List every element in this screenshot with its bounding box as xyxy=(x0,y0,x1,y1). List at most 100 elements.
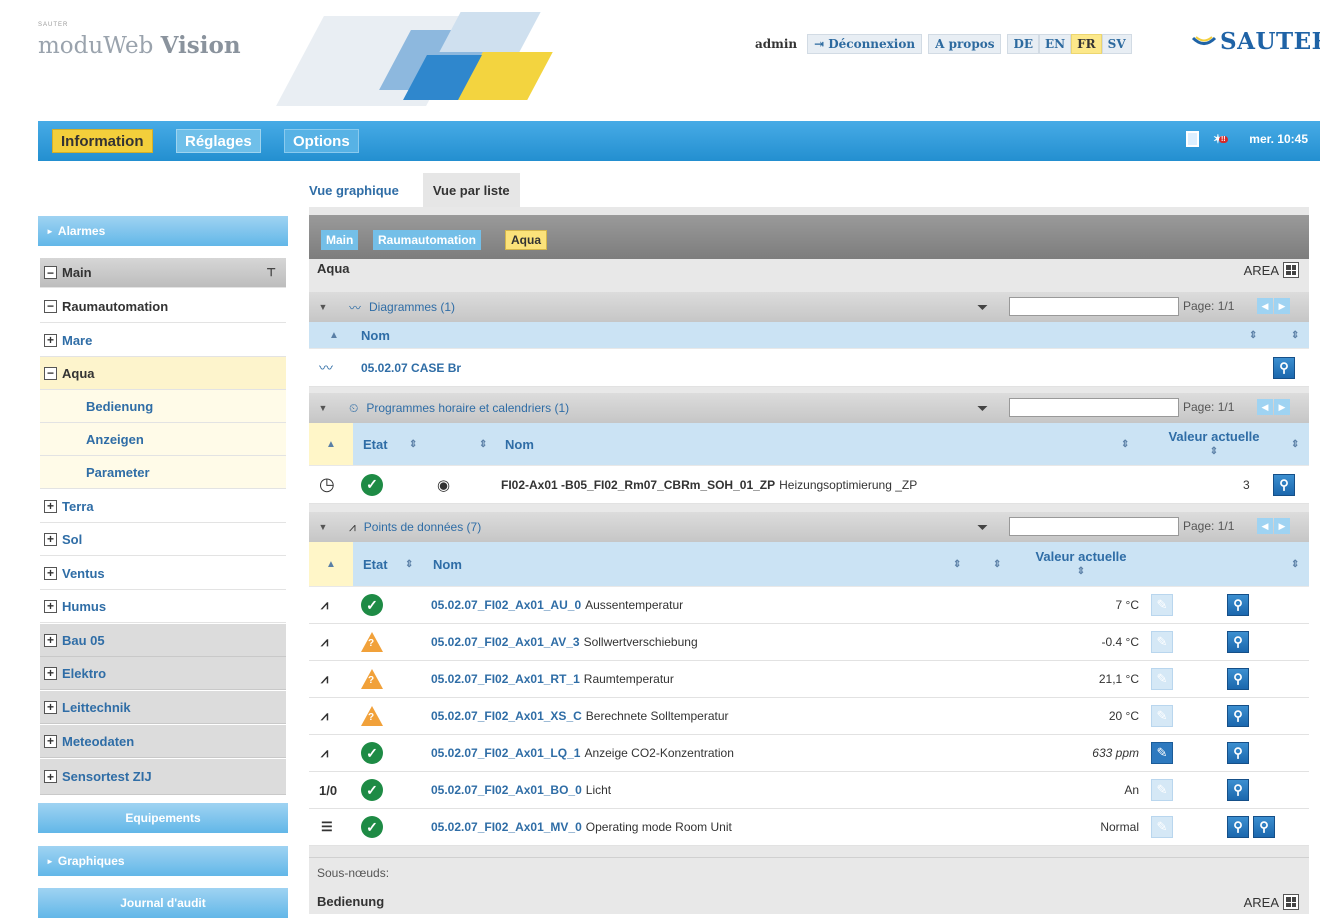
open-button[interactable]: ⚲ xyxy=(1227,698,1249,734)
sidebar-header-graphiques[interactable]: ► Graphiques xyxy=(38,846,288,876)
sort-icon[interactable]: ▲ xyxy=(329,322,339,348)
schedule-name[interactable]: FI02-Ax01 -B05_FI02_Rm07_CBRm_SOH_01_ZP H… xyxy=(501,466,917,503)
filter-icon[interactable]: ⏷ xyxy=(977,519,988,536)
prev-page-button[interactable]: ◀ xyxy=(1257,399,1273,415)
collapse-icon[interactable]: − xyxy=(44,366,57,380)
column-name[interactable]: Nom xyxy=(505,423,534,465)
open-button[interactable]: ⚲ xyxy=(1273,349,1295,386)
expand-icon[interactable]: + xyxy=(44,770,57,783)
schedules-filter-input[interactable] xyxy=(1009,398,1179,417)
tree-item-elektro[interactable]: + Elektro xyxy=(40,657,286,690)
table-row[interactable]: 1/0 ✓ 05.02.07_FI02_Ax01_BO_0 Licht An ✎ … xyxy=(309,772,1309,809)
section-diagrams-header[interactable]: ▼ 〰 Diagrammes (1) ⏷ Page: 1/1 ◀ ▶ xyxy=(309,292,1309,322)
tab-vue-par-liste[interactable]: Vue par liste xyxy=(422,173,520,207)
area-toggle[interactable]: AREA xyxy=(1244,894,1299,910)
sort-icon[interactable]: ⇕ xyxy=(1249,322,1257,348)
datapoint-name[interactable]: 05.02.07_FI02_Ax01_XS_C Berechnete Sollte… xyxy=(431,698,729,734)
tree-item-raumautomation[interactable]: − Raumautomation xyxy=(40,290,286,323)
prev-page-button[interactable]: ◀ xyxy=(1257,298,1273,314)
datapoint-name[interactable]: 05.02.07_FI02_Ax01_AV_3 Sollwertverschieb… xyxy=(431,624,698,660)
open-button[interactable]: ⚲ xyxy=(1227,587,1249,623)
next-page-button[interactable]: ▶ xyxy=(1274,399,1290,415)
tree-item-bau-05[interactable]: + Bau 05 xyxy=(40,624,286,657)
breadcrumb-main[interactable]: Main xyxy=(321,230,359,250)
table-row[interactable]: ⩘ ✓ 05.02.07_FI02_Ax01_LQ_1 Anzeige CO2-K… xyxy=(309,735,1309,772)
collapse-arrow-icon[interactable]: ▼ xyxy=(309,302,337,312)
collapse-arrow-icon[interactable]: ▼ xyxy=(309,522,337,532)
datapoints-filter-input[interactable] xyxy=(1009,517,1179,536)
sort-icon[interactable]: ⇕ xyxy=(1121,423,1129,465)
table-row[interactable]: 〰 05.02.07 CASE Br ⚲ xyxy=(309,349,1309,387)
datapoint-name[interactable]: 05.02.07_FI02_Ax01_MV_0 Operating mode Ro… xyxy=(431,809,732,845)
edit-button[interactable]: ✎ xyxy=(1151,624,1173,660)
next-page-button[interactable]: ▶ xyxy=(1274,518,1290,534)
open-detail-button[interactable]: ⚲ xyxy=(1253,809,1275,845)
tree-item-ventus[interactable]: + Ventus xyxy=(40,557,286,590)
filter-icon[interactable]: ⏷ xyxy=(977,299,988,316)
expand-icon[interactable]: + xyxy=(44,532,57,546)
prev-page-button[interactable]: ◀ xyxy=(1257,518,1273,534)
edit-button[interactable]: ✎ xyxy=(1151,698,1173,734)
tab-vue-graphique[interactable]: Vue graphique xyxy=(299,173,409,207)
tree-item-leittechnik[interactable]: + Leittechnik xyxy=(40,691,286,724)
tab-options[interactable]: Options xyxy=(284,129,359,153)
datapoint-name[interactable]: 05.02.07_FI02_Ax01_LQ_1 Anzeige CO2-Konze… xyxy=(431,735,734,771)
open-button[interactable]: ⚲ xyxy=(1227,624,1249,660)
tree-item-humus[interactable]: + Humus xyxy=(40,590,286,623)
sort-icon[interactable]: ⇕ xyxy=(405,542,413,586)
tree-item-parameter[interactable]: Parameter xyxy=(40,456,286,489)
table-row[interactable]: ⩘ ? 05.02.07_FI02_Ax01_RT_1 Raumtemperatu… xyxy=(309,661,1309,698)
sort-icon[interactable]: ⇕ xyxy=(1291,542,1299,586)
table-row[interactable]: ⩘ ? 05.02.07_FI02_Ax01_AV_3 Sollwertversc… xyxy=(309,624,1309,661)
table-row[interactable]: ◷ ✓ ◉ FI02-Ax01 -B05_FI02_Rm07_CBRm_SOH_… xyxy=(309,466,1309,504)
sort-icon[interactable]: ⇕ xyxy=(1291,322,1299,348)
open-button[interactable]: ⚲ xyxy=(1227,772,1249,808)
collapse-icon[interactable]: − xyxy=(44,299,57,313)
document-icon[interactable] xyxy=(1186,131,1200,147)
open-button[interactable]: ⚲ xyxy=(1227,735,1249,771)
lang-de[interactable]: DE xyxy=(1007,34,1040,54)
sort-icon[interactable]: ⇕ xyxy=(953,542,961,586)
datapoint-name[interactable]: 05.02.07_FI02_Ax01_RT_1 Raumtemperatur xyxy=(431,661,674,697)
datapoint-name[interactable]: 05.02.07_FI02_Ax01_AU_0 Aussentemperatur xyxy=(431,587,683,623)
expand-icon[interactable]: + xyxy=(44,499,57,513)
tree-item-anzeigen[interactable]: Anzeigen xyxy=(40,423,286,456)
filter-icon[interactable]: ⏷ xyxy=(977,400,988,417)
section-schedules-header[interactable]: ▼ ⏲ Programmes horaire et calendriers (1… xyxy=(309,393,1309,423)
tree-item-meteodaten[interactable]: + Meteodaten xyxy=(40,725,286,758)
sidebar-header-alarms[interactable]: ► Alarmes xyxy=(38,216,288,246)
collapse-icon[interactable]: − xyxy=(44,266,57,279)
edit-button[interactable]: ✎ xyxy=(1151,735,1173,771)
diagrams-filter-input[interactable] xyxy=(1009,297,1179,316)
edit-button[interactable]: ✎ xyxy=(1151,809,1173,845)
collapse-arrow-icon[interactable]: ▼ xyxy=(309,403,337,413)
tree-item-bedienung[interactable]: Bedienung xyxy=(40,390,286,423)
lang-fr[interactable]: FR xyxy=(1071,34,1102,54)
tree-item-sensortest[interactable]: + Sensortest ZIJ xyxy=(40,759,286,795)
column-state[interactable]: Etat xyxy=(363,542,388,586)
edit-button[interactable]: ✎ xyxy=(1151,661,1173,697)
tree-item-terra[interactable]: + Terra xyxy=(40,490,286,523)
area-toggle[interactable]: AREA xyxy=(1244,262,1299,278)
open-button[interactable]: ⚲ xyxy=(1273,466,1295,503)
sort-icon[interactable]: ⇕ xyxy=(409,423,417,465)
alarm-icon[interactable]: ✶!! xyxy=(1209,131,1231,147)
table-row[interactable]: ⩘ ✓ 05.02.07_FI02_Ax01_AU_0 Aussentempera… xyxy=(309,587,1309,624)
edit-button[interactable]: ✎ xyxy=(1151,772,1173,808)
logout-button[interactable]: ⇥ Déconnexion xyxy=(807,34,923,54)
sort-icon[interactable]: ⇕ xyxy=(993,542,1001,586)
open-button[interactable]: ⚲ xyxy=(1227,661,1249,697)
column-name[interactable]: Nom xyxy=(433,542,462,586)
sidebar-header-equipements[interactable]: Equipements xyxy=(38,803,288,833)
datapoint-name[interactable]: 05.02.07_FI02_Ax01_BO_0 Licht xyxy=(431,772,611,808)
column-state[interactable]: Etat xyxy=(363,423,388,465)
open-button[interactable]: ⚲ xyxy=(1227,809,1249,845)
about-button[interactable]: A propos xyxy=(928,34,1002,54)
diagram-name[interactable]: 05.02.07 CASE Br xyxy=(361,349,461,386)
table-row[interactable]: ⩘ ? 05.02.07_FI02_Ax01_XS_C Berechnete So… xyxy=(309,698,1309,735)
expand-icon[interactable]: + xyxy=(44,566,57,580)
tree-item-sol[interactable]: + Sol xyxy=(40,523,286,556)
tree-item-mare[interactable]: + Mare xyxy=(40,324,286,357)
sort-icon[interactable]: ▲ xyxy=(309,423,353,465)
expand-icon[interactable]: + xyxy=(44,633,57,647)
